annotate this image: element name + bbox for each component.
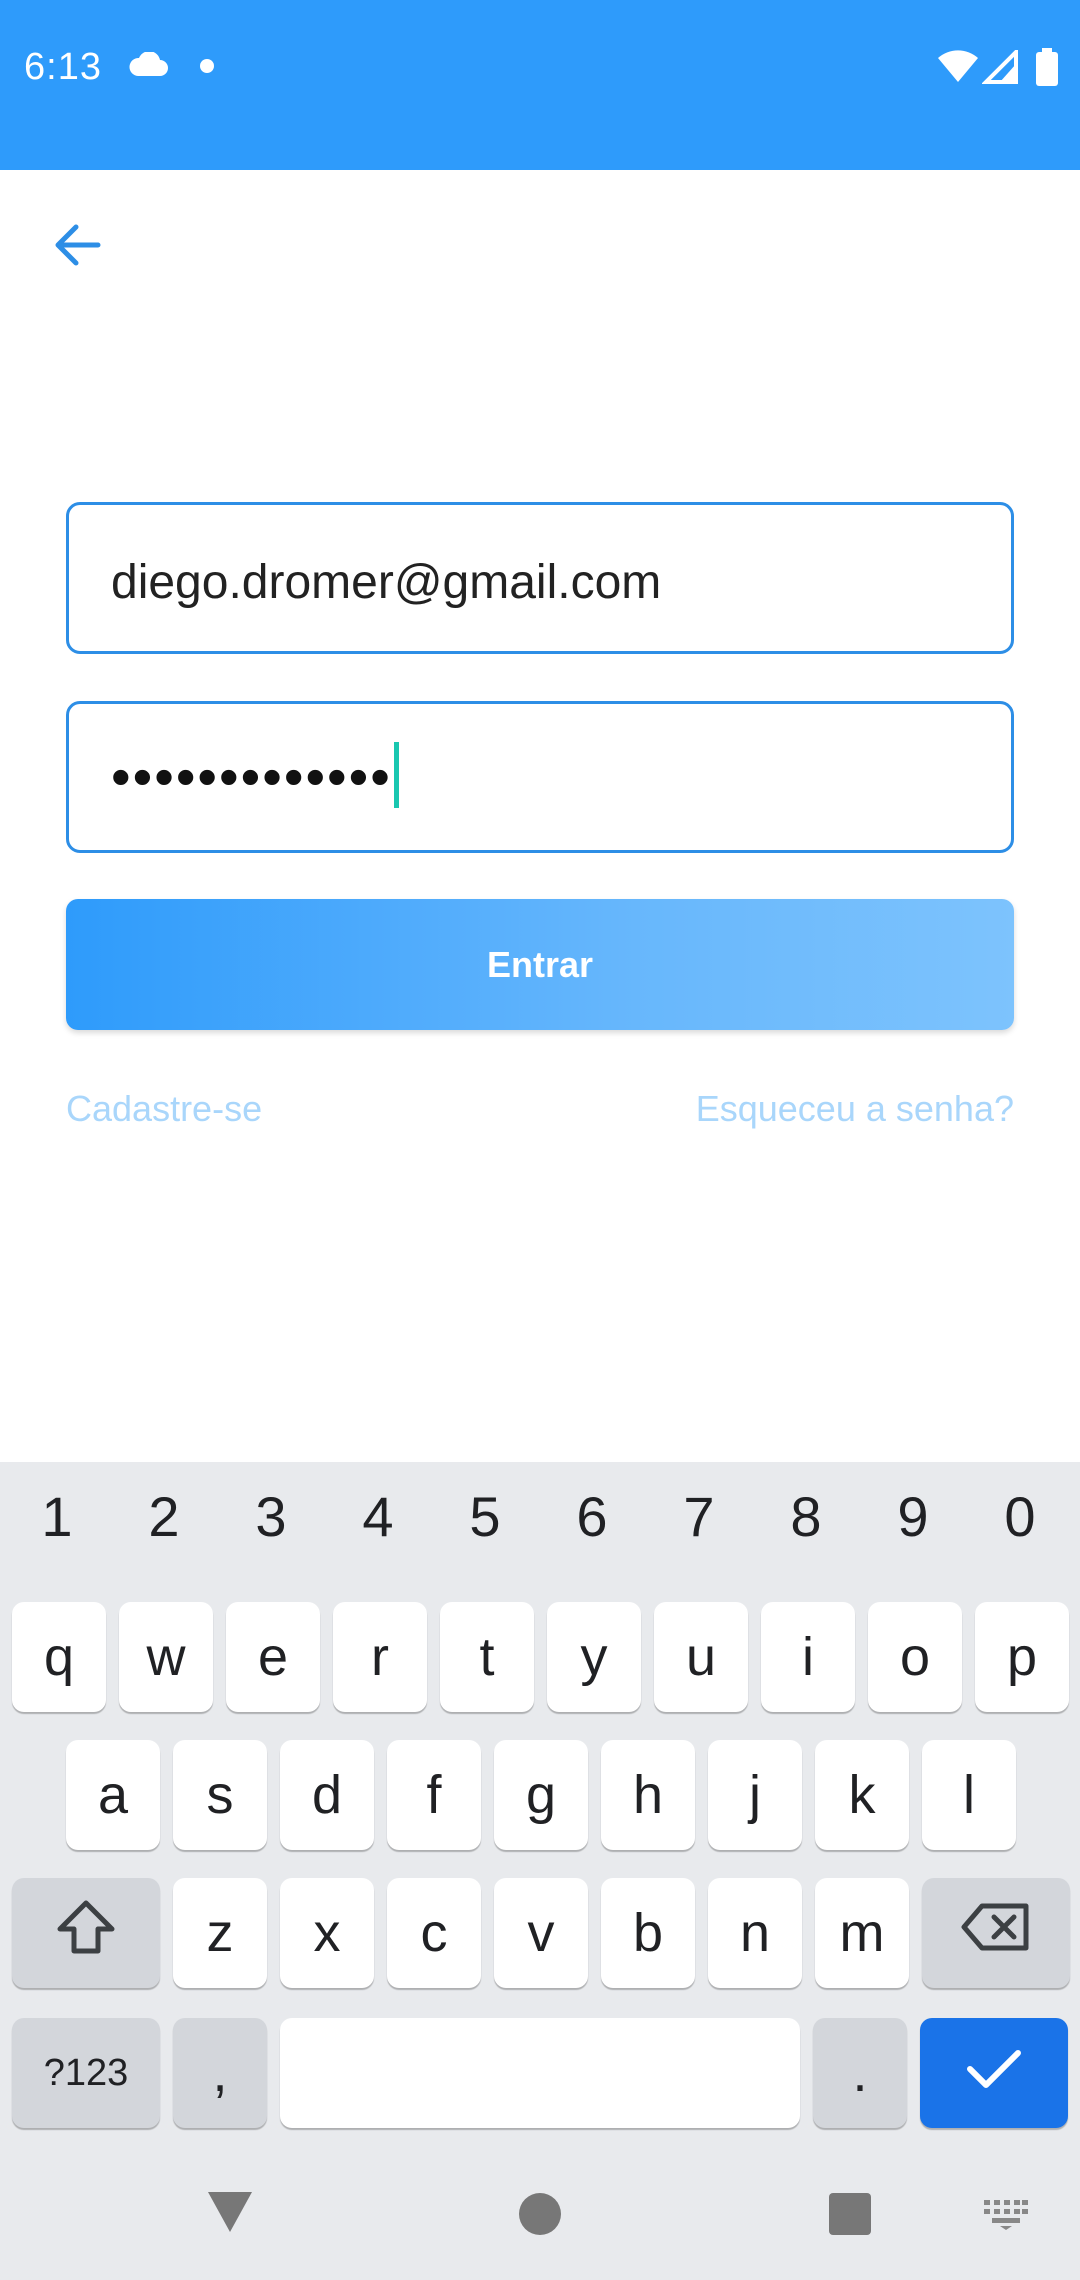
signal-icon xyxy=(981,47,1018,89)
key-y[interactable]: y xyxy=(547,1602,641,1712)
password-mask: ••••••••••••• xyxy=(111,745,392,808)
comma-key[interactable]: , xyxy=(173,2018,267,2128)
email-field[interactable]: diego.dromer@gmail.com xyxy=(66,502,1014,654)
key-8[interactable]: 8 xyxy=(756,1484,856,1549)
key-q[interactable]: q xyxy=(12,1602,106,1712)
key-s[interactable]: s xyxy=(173,1740,267,1850)
enter-key[interactable] xyxy=(920,2018,1068,2128)
email-value: diego.dromer@gmail.com xyxy=(111,556,662,609)
key-x[interactable]: x xyxy=(280,1878,374,1988)
key-o[interactable]: o xyxy=(868,1602,962,1712)
password-value: ••••••••••••• xyxy=(111,742,399,814)
key-p[interactable]: p xyxy=(975,1602,1069,1712)
key-t[interactable]: t xyxy=(440,1602,534,1712)
status-bar: 6:13 xyxy=(0,0,1080,170)
password-field[interactable]: ••••••••••••• xyxy=(66,701,1014,853)
forgot-password-link[interactable]: Esqueceu a senha? xyxy=(696,1088,1014,1130)
key-1[interactable]: 1 xyxy=(7,1484,107,1549)
key-z[interactable]: z xyxy=(173,1878,267,1988)
key-k[interactable]: k xyxy=(815,1740,909,1850)
signup-link[interactable]: Cadastre-se xyxy=(66,1088,262,1130)
key-n[interactable]: n xyxy=(708,1878,802,1988)
backspace-icon xyxy=(960,1902,1032,1965)
key-f[interactable]: f xyxy=(387,1740,481,1850)
status-time: 6:13 xyxy=(24,46,102,88)
number-row: 1 2 3 4 5 6 7 8 9 0 xyxy=(0,1484,1080,1584)
key-u[interactable]: u xyxy=(654,1602,748,1712)
key-0[interactable]: 0 xyxy=(970,1484,1070,1549)
key-j[interactable]: j xyxy=(708,1740,802,1850)
key-d[interactable]: d xyxy=(280,1740,374,1850)
nav-back-icon[interactable] xyxy=(206,2190,254,2239)
key-a[interactable]: a xyxy=(66,1740,160,1850)
wifi-icon xyxy=(938,50,978,89)
key-7[interactable]: 7 xyxy=(649,1484,749,1549)
submit-button[interactable]: Entrar xyxy=(66,899,1014,1030)
key-b[interactable]: b xyxy=(601,1878,695,1988)
cloud-icon xyxy=(128,51,168,83)
key-m[interactable]: m xyxy=(815,1878,909,1988)
period-key[interactable]: . xyxy=(813,2018,907,2128)
keyboard-switch-icon[interactable] xyxy=(984,2200,1028,2235)
key-e[interactable]: e xyxy=(226,1602,320,1712)
key-4[interactable]: 4 xyxy=(328,1484,428,1549)
key-6[interactable]: 6 xyxy=(542,1484,642,1549)
key-g[interactable]: g xyxy=(494,1740,588,1850)
key-v[interactable]: v xyxy=(494,1878,588,1988)
key-2[interactable]: 2 xyxy=(114,1484,214,1549)
key-r[interactable]: r xyxy=(333,1602,427,1712)
arrow-left-icon xyxy=(52,223,102,272)
system-navigation-bar xyxy=(0,2148,1080,2280)
nav-recents-icon[interactable] xyxy=(829,2193,871,2235)
notification-dot-icon xyxy=(200,59,214,73)
key-i[interactable]: i xyxy=(761,1602,855,1712)
key-9[interactable]: 9 xyxy=(863,1484,963,1549)
nav-home-icon[interactable] xyxy=(519,2193,561,2235)
shift-key[interactable] xyxy=(12,1878,160,1988)
login-screen: 6:13 diego.dromer@gmail.com ••••••••••••… xyxy=(0,0,1080,2280)
backspace-key[interactable] xyxy=(922,1878,1070,1988)
key-w[interactable]: w xyxy=(119,1602,213,1712)
key-l[interactable]: l xyxy=(922,1740,1016,1850)
key-c[interactable]: c xyxy=(387,1878,481,1988)
text-cursor xyxy=(393,742,399,809)
key-h[interactable]: h xyxy=(601,1740,695,1850)
symbols-key[interactable]: ?123 xyxy=(12,2018,160,2128)
shift-icon xyxy=(54,1899,118,1968)
key-5[interactable]: 5 xyxy=(435,1484,535,1549)
check-icon xyxy=(966,2042,1022,2104)
key-3[interactable]: 3 xyxy=(221,1484,321,1549)
back-button[interactable] xyxy=(42,212,112,282)
space-key[interactable] xyxy=(280,2018,800,2128)
battery-icon xyxy=(1036,48,1058,91)
